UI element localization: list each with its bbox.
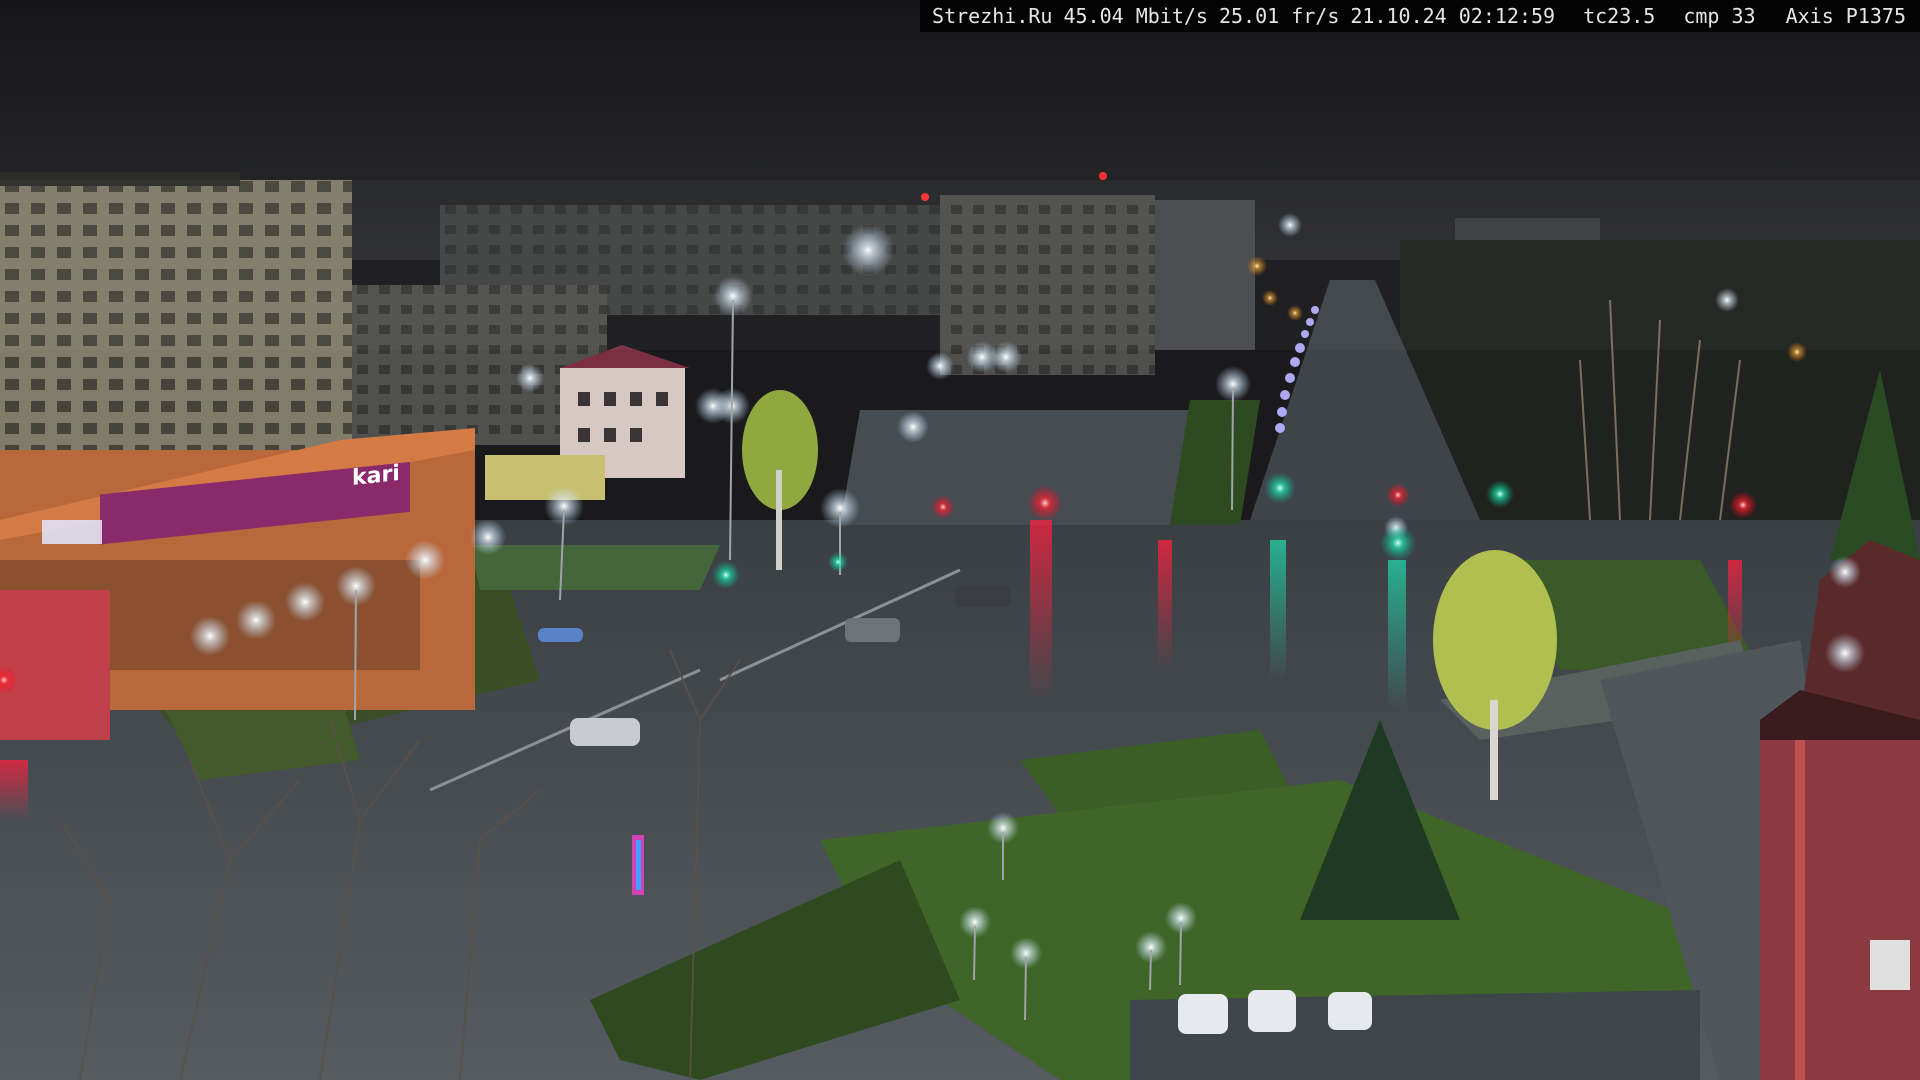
overlay-temperature: tc23.5 <box>1583 4 1656 28</box>
parked-car <box>955 585 1010 607</box>
birch-trunk <box>776 470 782 570</box>
red-building-window <box>1870 940 1910 990</box>
traffic-light-red <box>1027 485 1063 521</box>
pink-house-window <box>656 392 668 406</box>
street-lamp <box>516 364 544 392</box>
lit-decor-column <box>636 840 641 890</box>
red-building <box>1760 720 1920 1080</box>
street-lamp <box>405 540 445 580</box>
street-lamp <box>897 411 929 443</box>
traffic-light-red <box>1386 483 1410 507</box>
traffic-light-green <box>1380 525 1416 561</box>
street-lamp <box>1829 556 1861 588</box>
kiosk-light-teal <box>712 561 740 589</box>
red-building-stripe <box>1795 740 1805 1080</box>
camera-frame: kari Strezhi.Ru 45.04 Mbit/s 25.01 fr/s … <box>0 0 1920 1080</box>
pink-house-window <box>630 392 642 406</box>
parked-car <box>1248 990 1296 1032</box>
green-light-reflection <box>1388 560 1406 710</box>
parked-car <box>538 628 583 642</box>
street-lamp <box>285 582 325 622</box>
pink-house-window <box>604 428 616 442</box>
street-lamp <box>190 616 230 656</box>
pink-house-window <box>578 392 590 406</box>
aviation-light <box>1099 172 1107 180</box>
street-lamp <box>695 388 731 424</box>
overlay-camera-model: Axis P1375 <box>1785 4 1906 28</box>
traffic-light-green <box>1264 472 1296 504</box>
pink-house-window <box>630 428 642 442</box>
overlay-bandwidth: 45.04 Mbit/s <box>1063 4 1208 28</box>
overlay-framerate: 25.01 fr/s <box>1218 4 1340 28</box>
store-red-wall <box>0 590 110 740</box>
overlay-site: Strezhi.Ru <box>932 4 1053 28</box>
camera-info-overlay: Strezhi.Ru 45.04 Mbit/s 25.01 fr/s 21.10… <box>920 0 1920 32</box>
parking-lot-far <box>840 410 1210 525</box>
traffic-light-red <box>1729 491 1757 519</box>
store-side-sign <box>42 520 102 544</box>
fog-haze <box>0 180 1920 350</box>
traffic-light-green <box>1486 480 1514 508</box>
overlay-datetime: 21.10.24 02:12:59 <box>1350 4 1556 28</box>
birch-trunk <box>1490 700 1498 800</box>
red-light-reflection <box>1030 520 1052 700</box>
parked-car <box>570 718 640 746</box>
street-lamp <box>470 519 506 555</box>
parked-car <box>1328 992 1372 1030</box>
parked-car <box>845 618 900 642</box>
red-light-reflection <box>1158 540 1172 670</box>
street-lamp <box>926 352 954 380</box>
pink-house-window <box>578 428 590 442</box>
red-light-reflection <box>0 760 28 820</box>
yellow-kiosk <box>485 455 605 500</box>
parked-car <box>1178 994 1228 1034</box>
traffic-light-red <box>931 495 955 519</box>
store-sign-text: kari <box>352 461 400 491</box>
street-lamp <box>236 600 276 640</box>
green-light-reflection <box>1270 540 1286 680</box>
street-lamp <box>1825 633 1865 673</box>
night-street-scene: kari <box>0 0 1920 1080</box>
pink-house-window <box>604 392 616 406</box>
grass-far-left <box>470 545 720 590</box>
overlay-compression: cmp 33 <box>1683 4 1756 28</box>
kiosk-light-green <box>828 552 848 572</box>
